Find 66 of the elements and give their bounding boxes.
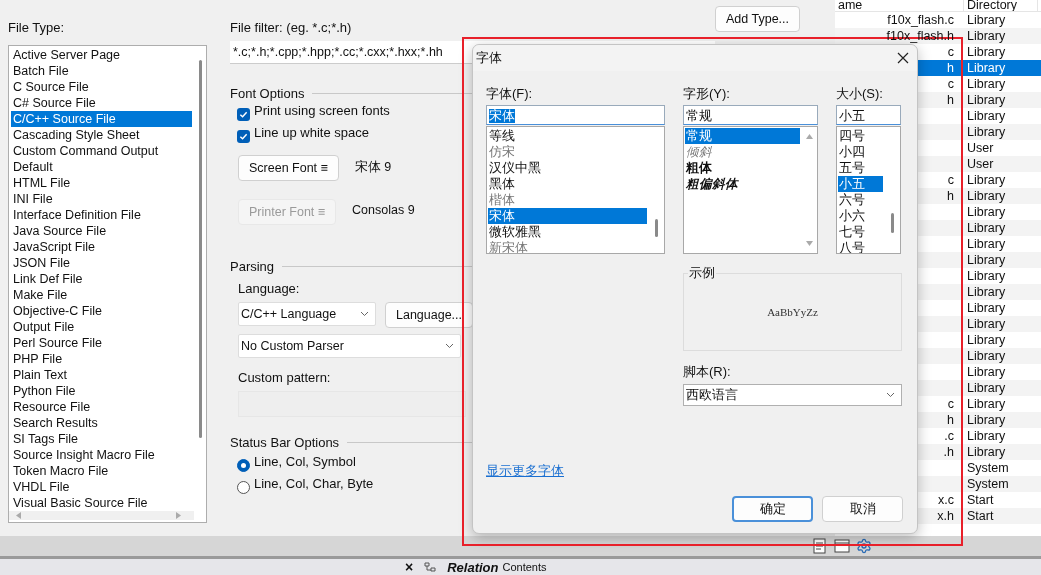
directory-cell: Library <box>966 317 1007 331</box>
file-name: h <box>946 413 955 427</box>
file-name: h <box>946 189 955 203</box>
directory-cell: Library <box>966 29 1007 43</box>
file-name: x.h <box>936 509 955 523</box>
directory-cell: Library <box>966 189 1007 203</box>
directory-cell: System <box>966 461 1010 475</box>
directory-cell: Library <box>966 301 1007 315</box>
panel-subtitle: Contents <box>502 561 547 573</box>
directory-cell: Library <box>966 413 1007 427</box>
directory-cell: Library <box>966 61 1007 75</box>
field-label: Language: <box>237 281 300 296</box>
directory-cell: Library <box>966 173 1007 187</box>
directory-cell: Library <box>966 381 1007 395</box>
directory-cell: Library <box>966 237 1007 251</box>
directory-cell: Library <box>966 45 1007 59</box>
font-value: 宋体 9 <box>354 159 392 176</box>
group-label: 示例 <box>688 264 716 282</box>
field-label: 脚本(R): <box>683 363 731 381</box>
sample-text: AaBbYyZz <box>767 306 818 318</box>
directory-cell: Library <box>966 445 1007 459</box>
file-name: c <box>946 173 955 187</box>
radio-label: Line, Col, Symbol <box>254 454 356 470</box>
directory-cell: Library <box>966 365 1007 379</box>
list-label: File Type: <box>8 20 65 36</box>
file-name: c <box>946 397 955 411</box>
file-name: .h <box>942 445 955 459</box>
file-name: h <box>946 61 955 75</box>
section-title: Status Bar Options <box>230 435 340 450</box>
file-name: c <box>946 77 955 91</box>
directory-cell: Library <box>966 397 1007 411</box>
file-name: x.c <box>937 493 955 507</box>
directory-cell: Library <box>966 285 1007 299</box>
directory-cell: User <box>966 141 995 155</box>
directory-cell: Library <box>966 205 1007 219</box>
file-name: h <box>946 93 955 107</box>
directory-cell: Library <box>966 333 1007 347</box>
directory-cell: User <box>966 157 995 171</box>
field-label: 字形(Y): <box>683 86 730 102</box>
directory-cell: Library <box>966 13 1007 27</box>
directory-cell: Library <box>966 349 1007 363</box>
field-label: 字体(F): <box>486 86 533 102</box>
section-title: Font Options <box>230 86 305 101</box>
directory-cell: Library <box>966 269 1007 283</box>
file-name: .c <box>943 429 955 443</box>
checkbox-label: Print using screen fonts <box>254 103 390 119</box>
directory-cell: Library <box>966 93 1007 107</box>
directory-cell: Start <box>966 493 995 507</box>
font-value: Consolas 9 <box>352 203 415 217</box>
field-label: File filter: (eg. *.c;*.h) <box>230 20 352 36</box>
section-title: Parsing <box>230 259 275 274</box>
directory-cell: Library <box>966 221 1007 235</box>
dialog-title: 字体 <box>476 49 502 67</box>
panel-title: Relation <box>447 559 499 575</box>
directory-cell: Library <box>966 253 1007 267</box>
directory-cell: Library <box>966 77 1007 91</box>
radio-label: Line, Col, Char, Byte <box>254 476 374 492</box>
file-name: c <box>946 45 955 59</box>
directory-cell: Library <box>966 429 1007 443</box>
directory-cell: Start <box>966 509 995 523</box>
directory-cell: System <box>966 477 1010 491</box>
directory-cell: Library <box>966 125 1007 139</box>
checkbox-label: Line up white space <box>254 125 369 141</box>
field-label: Custom pattern: <box>237 370 331 385</box>
directory-cell: Library <box>966 109 1007 123</box>
file-name: f10x_flash.c <box>886 13 955 27</box>
